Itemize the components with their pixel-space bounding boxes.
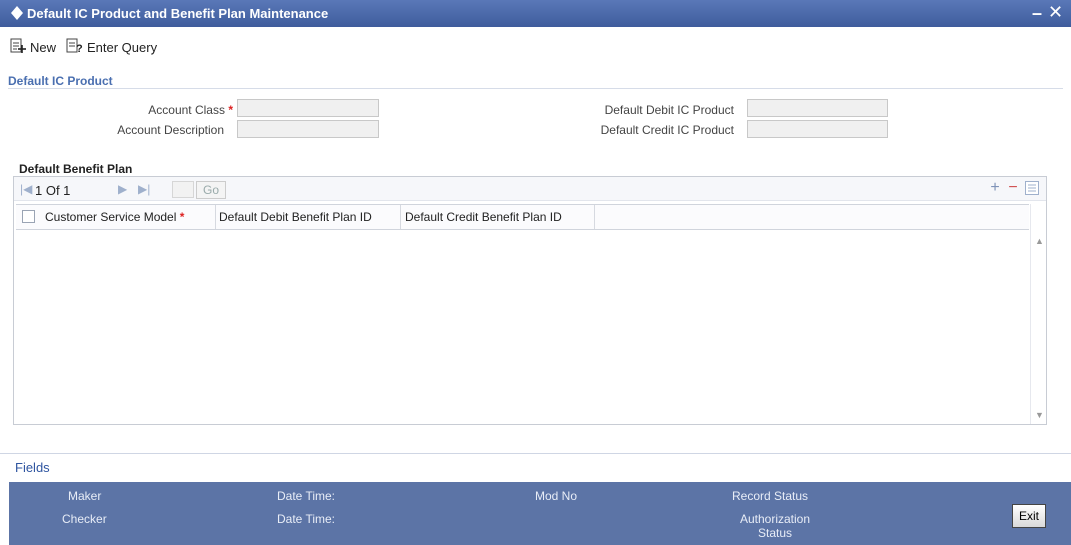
default-debit-ic-product-input[interactable] — [747, 99, 888, 117]
column-header-debit-benefit-plan-id[interactable]: Default Debit Benefit Plan ID — [215, 205, 401, 229]
minimize-icon[interactable]: – — [1032, 3, 1042, 24]
new-document-icon — [10, 38, 30, 57]
last-page-icon[interactable]: ▶| — [138, 182, 150, 196]
enter-query-button[interactable]: ? Enter Query — [66, 38, 157, 57]
section-divider — [8, 88, 1063, 89]
delete-row-icon[interactable]: − — [1005, 180, 1021, 197]
audit-footer: Maker Checker Date Time: Date Time: Mod … — [9, 482, 1071, 545]
record-status-label: Record Status — [732, 489, 809, 503]
fields-divider — [0, 453, 1071, 454]
section-title-default-ic-product: Default IC Product — [8, 74, 113, 88]
maker-label: Maker — [68, 489, 102, 503]
window-title-bar: Default IC Product and Benefit Plan Main… — [0, 0, 1071, 27]
maker-date-time-label: Date Time: — [277, 489, 336, 503]
query-icon: ? — [66, 38, 87, 57]
new-button[interactable]: New — [10, 38, 56, 57]
select-all-checkbox[interactable] — [22, 210, 35, 223]
checker-label: Checker — [62, 512, 107, 526]
page-number-input[interactable] — [172, 181, 194, 198]
grid-pager: |◀ 1 Of 1 ▶ ▶| Go + − — [14, 177, 1046, 201]
default-credit-ic-product-input[interactable] — [747, 120, 888, 138]
column-header-customer-service-model[interactable]: Customer Service Model * — [41, 205, 216, 229]
default-credit-ic-product-label: Default Credit IC Product — [600, 123, 734, 137]
mod-no-label: Mod No — [535, 489, 578, 503]
grid-scrollbar[interactable]: ▲ ▼ — [1030, 204, 1046, 424]
benefit-plan-grid: |◀ 1 Of 1 ▶ ▶| Go + − Customer Service M… — [13, 176, 1047, 425]
next-page-icon[interactable]: ▶ — [118, 182, 127, 196]
add-row-icon[interactable]: + — [987, 180, 1003, 197]
scroll-down-icon[interactable]: ▼ — [1035, 410, 1044, 420]
checker-date-time-label: Date Time: — [277, 512, 336, 526]
required-marker: * — [228, 103, 233, 117]
default-debit-ic-product-label: Default Debit IC Product — [604, 103, 734, 117]
account-description-input[interactable] — [237, 120, 379, 138]
exit-button[interactable]: Exit — [1012, 504, 1046, 528]
diamond-icon — [11, 6, 23, 23]
enter-query-label: Enter Query — [87, 40, 158, 55]
go-button[interactable]: Go — [196, 181, 226, 199]
account-description-label: Account Description — [117, 123, 224, 137]
svg-text:?: ? — [76, 43, 83, 54]
account-class-input[interactable] — [237, 99, 379, 117]
grid-header: Customer Service Model * Default Debit B… — [16, 204, 1029, 230]
benefit-plan-title: Default Benefit Plan — [19, 162, 133, 176]
single-view-icon[interactable] — [1024, 181, 1040, 197]
window-title: Default IC Product and Benefit Plan Main… — [27, 6, 329, 21]
close-icon[interactable]: ✕ — [1048, 2, 1063, 23]
scroll-up-icon[interactable]: ▲ — [1035, 236, 1044, 246]
first-page-icon[interactable]: |◀ — [20, 182, 32, 196]
account-class-label: Account Class * — [148, 103, 233, 117]
fields-link[interactable]: Fields — [15, 460, 50, 475]
column-header-credit-benefit-plan-id[interactable]: Default Credit Benefit Plan ID — [401, 205, 595, 229]
page-indicator: 1 Of 1 — [35, 183, 71, 198]
authorization-status-label: Authorization Status — [739, 512, 811, 540]
new-label: New — [30, 40, 57, 55]
